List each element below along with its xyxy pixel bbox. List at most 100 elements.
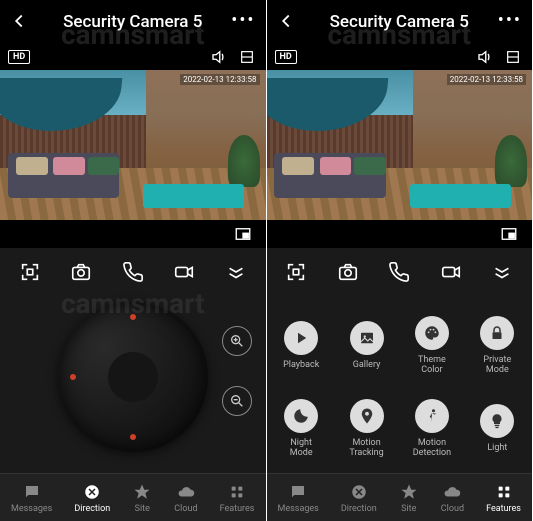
feature-playback[interactable]: Playback bbox=[271, 306, 332, 386]
direction-pad[interactable] bbox=[58, 302, 208, 452]
call-button[interactable] bbox=[119, 258, 147, 286]
expand-button[interactable] bbox=[488, 258, 516, 286]
video-feed[interactable]: 2022-02-13 12:33:58 bbox=[0, 70, 266, 220]
feature-grid: Playback Gallery Theme Color Private Mod… bbox=[267, 296, 533, 473]
nav-direction[interactable]: Direction bbox=[341, 482, 377, 514]
video-timestamp: 2022-02-13 12:33:58 bbox=[180, 74, 259, 85]
fullscreen-button[interactable] bbox=[282, 258, 310, 286]
multiview-icon[interactable] bbox=[236, 46, 258, 68]
feature-label: Private Mode bbox=[483, 356, 511, 376]
pip-icon[interactable] bbox=[232, 223, 254, 245]
feature-label: Playback bbox=[283, 361, 319, 371]
nav-features[interactable]: Features bbox=[486, 482, 521, 514]
location-icon bbox=[350, 399, 384, 433]
feature-label: Gallery bbox=[353, 361, 381, 371]
nav-direction[interactable]: Direction bbox=[74, 482, 110, 514]
feature-private-mode[interactable]: Private Mode bbox=[467, 306, 528, 386]
dpad-down-indicator bbox=[130, 434, 136, 440]
speaker-icon[interactable] bbox=[208, 46, 230, 68]
messages-icon bbox=[22, 482, 42, 502]
fullscreen-button[interactable] bbox=[16, 258, 44, 286]
feature-label: Motion Detection bbox=[413, 439, 451, 459]
feature-night-mode[interactable]: Night Mode bbox=[271, 390, 332, 470]
camera-scene bbox=[267, 70, 533, 220]
site-icon bbox=[132, 482, 152, 502]
dpad-left-indicator bbox=[70, 374, 76, 380]
feature-motion-detection[interactable]: Motion Detection bbox=[401, 390, 462, 470]
nav-site[interactable]: Site bbox=[399, 482, 419, 514]
nav-label: Features bbox=[220, 504, 255, 514]
snapshot-button[interactable] bbox=[67, 258, 95, 286]
nav-label: Direction bbox=[74, 504, 110, 514]
feature-theme-color[interactable]: Theme Color bbox=[401, 306, 462, 386]
record-button[interactable] bbox=[170, 258, 198, 286]
nav-cloud[interactable]: Cloud bbox=[441, 482, 464, 514]
more-button[interactable]: ••• bbox=[498, 10, 522, 31]
lock-icon bbox=[480, 316, 514, 350]
nav-messages[interactable]: Messages bbox=[278, 482, 319, 514]
gallery-icon bbox=[350, 321, 384, 355]
nav-cloud[interactable]: Cloud bbox=[174, 482, 197, 514]
feature-label: Light bbox=[487, 444, 507, 454]
pip-icon[interactable] bbox=[498, 223, 520, 245]
feature-label: Night Mode bbox=[290, 439, 313, 459]
nav-label: Cloud bbox=[441, 504, 464, 514]
record-button[interactable] bbox=[437, 258, 465, 286]
nav-messages[interactable]: Messages bbox=[11, 482, 52, 514]
below-video-bar bbox=[0, 220, 266, 248]
dpad-center[interactable] bbox=[108, 352, 158, 402]
snapshot-button[interactable] bbox=[334, 258, 362, 286]
feature-label: Theme Color bbox=[418, 356, 446, 376]
nav-label: Site bbox=[135, 504, 150, 514]
screen-features: camnsmart Security Camera 5 ••• HD bbox=[267, 0, 533, 521]
nav-label: Features bbox=[486, 504, 521, 514]
running-icon bbox=[415, 399, 449, 433]
bottom-nav: Messages Direction Site Cloud Features bbox=[267, 473, 533, 521]
back-button[interactable] bbox=[8, 10, 32, 34]
multiview-icon[interactable] bbox=[502, 46, 524, 68]
features-area: Playback Gallery Theme Color Private Mod… bbox=[267, 296, 533, 473]
nav-label: Direction bbox=[341, 504, 377, 514]
zoom-in-button[interactable] bbox=[222, 326, 252, 356]
camera-scene bbox=[0, 70, 266, 220]
header: Security Camera 5 ••• bbox=[267, 0, 533, 44]
video-feed[interactable]: 2022-02-13 12:33:58 bbox=[267, 70, 533, 220]
video-timestamp: 2022-02-13 12:33:58 bbox=[447, 74, 526, 85]
direction-icon bbox=[349, 482, 369, 502]
direction-control-area bbox=[0, 296, 266, 473]
site-icon bbox=[399, 482, 419, 502]
video-top-bar: HD bbox=[267, 44, 533, 70]
call-button[interactable] bbox=[385, 258, 413, 286]
feature-light[interactable]: Light bbox=[467, 390, 528, 470]
action-toolbar bbox=[0, 248, 266, 296]
hd-badge[interactable]: HD bbox=[275, 50, 297, 64]
direction-icon bbox=[82, 482, 102, 502]
screen-direction: camnsmart camnsmart Security Camera 5 ••… bbox=[0, 0, 267, 521]
page-title: Security Camera 5 bbox=[330, 12, 469, 32]
cloud-icon bbox=[442, 482, 462, 502]
nav-label: Messages bbox=[278, 504, 319, 514]
feature-gallery[interactable]: Gallery bbox=[336, 306, 397, 386]
header: Security Camera 5 ••• bbox=[0, 0, 266, 44]
cloud-icon bbox=[176, 482, 196, 502]
feature-label: Motion Tracking bbox=[349, 439, 383, 459]
bottom-nav: Messages Direction Site Cloud Features bbox=[0, 473, 266, 521]
action-toolbar bbox=[267, 248, 533, 296]
page-title: Security Camera 5 bbox=[63, 12, 202, 32]
zoom-out-button[interactable] bbox=[222, 386, 252, 416]
video-top-bar: HD bbox=[0, 44, 266, 70]
bulb-icon bbox=[480, 404, 514, 438]
below-video-bar bbox=[267, 220, 533, 248]
palette-icon bbox=[415, 316, 449, 350]
feature-motion-tracking[interactable]: Motion Tracking bbox=[336, 390, 397, 470]
playback-icon bbox=[284, 321, 318, 355]
hd-badge[interactable]: HD bbox=[8, 50, 30, 64]
back-button[interactable] bbox=[275, 10, 299, 34]
speaker-icon[interactable] bbox=[474, 46, 496, 68]
features-icon bbox=[494, 482, 514, 502]
more-button[interactable]: ••• bbox=[231, 10, 255, 31]
nav-features[interactable]: Features bbox=[220, 482, 255, 514]
nav-label: Site bbox=[401, 504, 416, 514]
expand-button[interactable] bbox=[222, 258, 250, 286]
nav-site[interactable]: Site bbox=[132, 482, 152, 514]
